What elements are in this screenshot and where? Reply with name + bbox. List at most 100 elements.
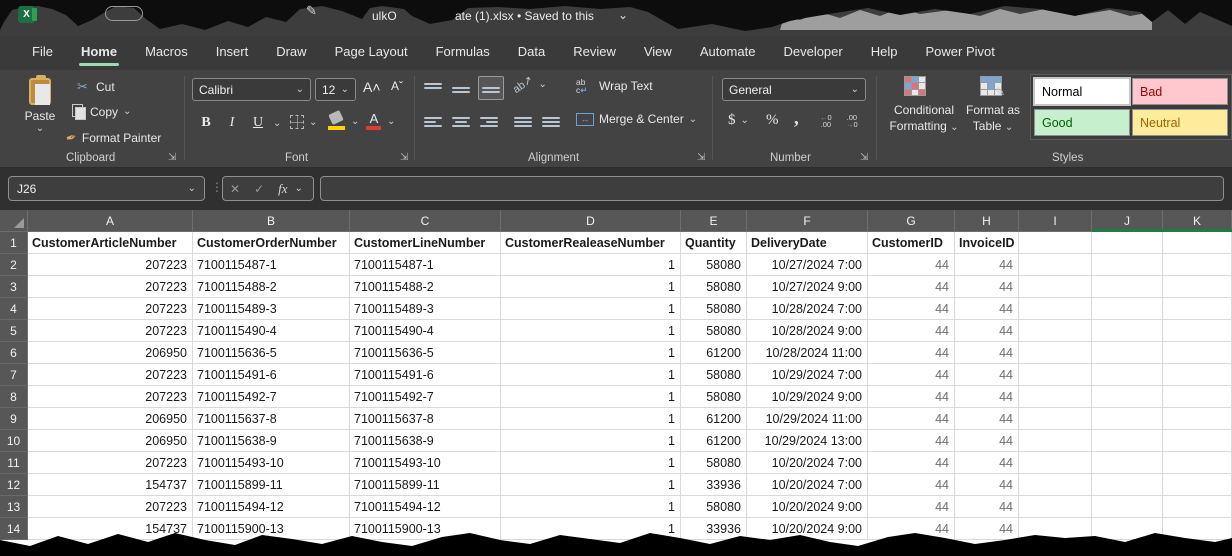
cell-C4[interactable]: 7100115489-3: [350, 298, 501, 320]
underline-button[interactable]: U ⌄: [248, 112, 281, 134]
cell-D8[interactable]: 1: [501, 386, 681, 408]
cell-D9[interactable]: 1: [501, 408, 681, 430]
cell-I7[interactable]: [1019, 364, 1092, 386]
cell-A2[interactable]: 207223: [28, 254, 193, 276]
cell-E7[interactable]: 58080: [681, 364, 747, 386]
tab-view[interactable]: View: [630, 36, 686, 70]
cell-I2[interactable]: [1019, 254, 1092, 276]
cell-F10[interactable]: 10/29/2024 13:00: [747, 430, 868, 452]
cell-F1[interactable]: DeliveryDate: [747, 232, 868, 254]
cell-C8[interactable]: 7100115492-7: [350, 386, 501, 408]
cell-I1[interactable]: [1019, 232, 1092, 254]
cell-B12[interactable]: 7100115899-11: [193, 474, 350, 496]
cell-B8[interactable]: 7100115492-7: [193, 386, 350, 408]
row-header-5[interactable]: 5: [0, 320, 28, 342]
accounting-format-button[interactable]: $ ⌄: [728, 112, 749, 129]
align-right-button[interactable]: [480, 114, 498, 130]
cell-K11[interactable]: [1163, 452, 1232, 474]
cell-E4[interactable]: 58080: [681, 298, 747, 320]
cell-J2[interactable]: [1092, 254, 1163, 276]
cell-B11[interactable]: 7100115493-10: [193, 452, 350, 474]
cell-F11[interactable]: 10/20/2024 7:00: [747, 452, 868, 474]
cell-A8[interactable]: 207223: [28, 386, 193, 408]
font-dialog-launcher[interactable]: ⇲: [400, 152, 411, 163]
cell-K4[interactable]: [1163, 298, 1232, 320]
wrap-text-button[interactable]: abc↵ Wrap Text: [576, 78, 653, 94]
cell-C7[interactable]: 7100115491-6: [350, 364, 501, 386]
cell-F4[interactable]: 10/28/2024 7:00: [747, 298, 868, 320]
cell-A5[interactable]: 207223: [28, 320, 193, 342]
font-size-select[interactable]: 12⌄: [315, 78, 356, 101]
bottom-align-button[interactable]: [478, 76, 504, 100]
cell-H5[interactable]: 44: [955, 320, 1019, 342]
cell-J6[interactable]: [1092, 342, 1163, 364]
cell-G1[interactable]: CustomerID: [868, 232, 955, 254]
cell-A6[interactable]: 206950: [28, 342, 193, 364]
select-all-corner[interactable]: [0, 210, 28, 232]
orientation-button[interactable]: ab↗ ⌄: [512, 78, 547, 91]
tab-power-pivot[interactable]: Power Pivot: [911, 36, 1008, 70]
cell-J4[interactable]: [1092, 298, 1163, 320]
cell-J13[interactable]: [1092, 496, 1163, 518]
grow-font-button[interactable]: A˄: [363, 79, 381, 95]
tab-insert[interactable]: Insert: [202, 36, 263, 70]
cell-B7[interactable]: 7100115491-6: [193, 364, 350, 386]
cell-G9[interactable]: 44: [868, 408, 955, 430]
cell-G4[interactable]: 44: [868, 298, 955, 320]
tab-draw[interactable]: Draw: [262, 36, 320, 70]
cell-G12[interactable]: 44: [868, 474, 955, 496]
align-left-button[interactable]: [424, 114, 442, 130]
cell-I8[interactable]: [1019, 386, 1092, 408]
cell-E9[interactable]: 61200: [681, 408, 747, 430]
name-box[interactable]: J26 ⌄: [8, 176, 205, 201]
cell-K12[interactable]: [1163, 474, 1232, 496]
cell-G6[interactable]: 44: [868, 342, 955, 364]
cell-A7[interactable]: 207223: [28, 364, 193, 386]
cell-I10[interactable]: [1019, 430, 1092, 452]
cell-E12[interactable]: 33936: [681, 474, 747, 496]
cell-J5[interactable]: [1092, 320, 1163, 342]
cell-C12[interactable]: 7100115899-11: [350, 474, 501, 496]
cell-G8[interactable]: 44: [868, 386, 955, 408]
conditional-formatting-button[interactable]: Conditional Formatting ⌄: [884, 102, 964, 136]
cell-C2[interactable]: 7100115487-1: [350, 254, 501, 276]
row-header-13[interactable]: 13: [0, 496, 28, 518]
cell-H4[interactable]: 44: [955, 298, 1019, 320]
cell-B9[interactable]: 7100115637-8: [193, 408, 350, 430]
cell-E5[interactable]: 58080: [681, 320, 747, 342]
cell-H13[interactable]: 44: [955, 496, 1019, 518]
column-header-H[interactable]: H: [955, 210, 1019, 232]
cell-E10[interactable]: 61200: [681, 430, 747, 452]
cell-J7[interactable]: [1092, 364, 1163, 386]
row-header-2[interactable]: 2: [0, 254, 28, 276]
cell-H7[interactable]: 44: [955, 364, 1019, 386]
tab-review[interactable]: Review: [559, 36, 630, 70]
tab-developer[interactable]: Developer: [769, 36, 856, 70]
cell-A3[interactable]: 207223: [28, 276, 193, 298]
number-dialog-launcher[interactable]: ⇲: [860, 152, 871, 163]
cell-K3[interactable]: [1163, 276, 1232, 298]
cell-H10[interactable]: 44: [955, 430, 1019, 452]
cell-D11[interactable]: 1: [501, 452, 681, 474]
column-header-E[interactable]: E: [681, 210, 747, 232]
cell-K5[interactable]: [1163, 320, 1232, 342]
cell-J3[interactable]: [1092, 276, 1163, 298]
cell-A1[interactable]: CustomerArticleNumber: [28, 232, 193, 254]
cell-K9[interactable]: [1163, 408, 1232, 430]
column-header-A[interactable]: A: [28, 210, 193, 232]
number-format-select[interactable]: General⌄: [722, 78, 866, 101]
cell-H6[interactable]: 44: [955, 342, 1019, 364]
row-header-10[interactable]: 10: [0, 430, 28, 452]
column-header-I[interactable]: I: [1019, 210, 1092, 232]
cell-K13[interactable]: [1163, 496, 1232, 518]
cell-K6[interactable]: [1163, 342, 1232, 364]
cell-D7[interactable]: 1: [501, 364, 681, 386]
top-align-button[interactable]: [424, 80, 442, 96]
cell-H2[interactable]: 44: [955, 254, 1019, 276]
insert-function-icon[interactable]: fx: [271, 181, 294, 197]
cell-G11[interactable]: 44: [868, 452, 955, 474]
cell-J8[interactable]: [1092, 386, 1163, 408]
cell-A4[interactable]: 207223: [28, 298, 193, 320]
tab-data[interactable]: Data: [504, 36, 559, 70]
tab-macros[interactable]: Macros: [131, 36, 202, 70]
